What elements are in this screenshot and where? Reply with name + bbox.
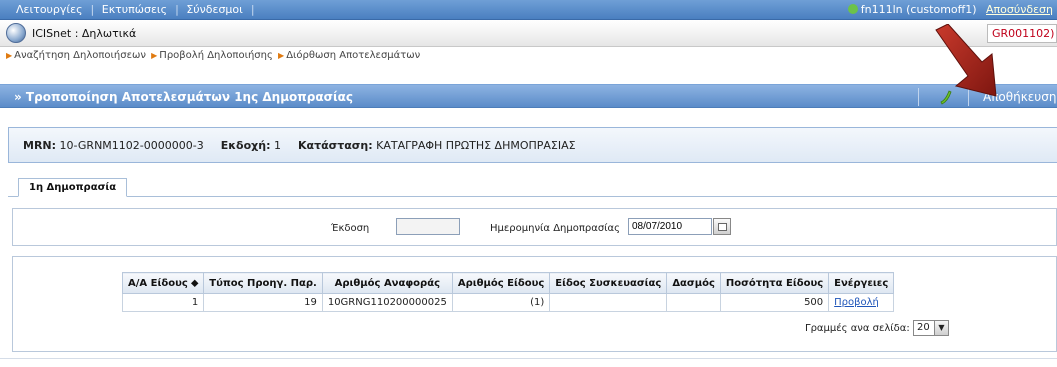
app-logo-icon	[6, 23, 26, 43]
table-row: 1 19 10GRNG110200000025 (1) 500 Προβολή	[121, 293, 895, 312]
edition-field[interactable]	[396, 218, 460, 235]
col-item-aa[interactable]: Α/Α Είδους ⬥	[121, 272, 205, 294]
page-title: » Τροποποίηση Αποτελεσμάτων 1ης Δημοπρασ…	[14, 90, 353, 104]
logout-link[interactable]: Αποσύνδεση	[986, 3, 1053, 16]
menu-item-links[interactable]: Σύνδεσμοι	[186, 3, 243, 16]
main-menu: Λειτουργίες | Εκτυπώσεις | Σύνδεσμοι |	[16, 3, 259, 16]
app-header: ICISnet : Δηλωτικά GR001102)	[0, 20, 1057, 47]
rows-per-page-select[interactable]: 20 ▼	[912, 320, 949, 336]
rows-per-page: Γραμμές ανα σελίδα: 20 ▼	[805, 320, 949, 336]
divider	[918, 88, 919, 106]
menu-separator: |	[250, 3, 255, 16]
breadcrumb-search[interactable]: Αναζήτηση Δηλοποιήσεων	[14, 50, 146, 61]
status-value: ΚΑΤΑΓΡΑΦΗ ΠΡΩΤΗΣ ΔΗΜΟΠΡΑΣΙΑΣ	[376, 139, 576, 152]
divider	[0, 358, 1057, 359]
col-package-type: Είδος Συσκευασίας	[549, 272, 668, 294]
cell-duty	[666, 293, 721, 312]
chevron-down-icon[interactable]: ▼	[933, 321, 948, 335]
col-actions: Ενέργειες	[828, 272, 895, 294]
status-label: Κατάσταση:	[298, 139, 373, 152]
view-link[interactable]: Προβολή	[834, 297, 879, 308]
version-label: Εκδοχή:	[220, 139, 271, 152]
page-title-bar: » Τροποποίηση Αποτελεσμάτων 1ης Δημοπρασ…	[0, 84, 1057, 108]
cell-quantity: 500	[719, 293, 830, 312]
tab-first-auction[interactable]: 1η Δημοπρασία	[18, 178, 128, 197]
items-table: Α/Α Είδους ⬥ Τύπος Προηγ. Παρ. Αριθμός Α…	[121, 272, 895, 312]
table-header-row: Α/Α Είδους ⬥ Τύπος Προηγ. Παρ. Αριθμός Α…	[121, 272, 895, 294]
rows-per-page-label: Γραμμές ανα σελίδα:	[805, 323, 910, 334]
version-value: 1	[274, 139, 281, 152]
cell-type: 19	[203, 293, 323, 312]
edition-label: Έκδοση	[331, 223, 370, 234]
breadcrumb-arrow-icon: ▶	[6, 51, 13, 60]
username: fn111ln (customoff1)	[860, 3, 977, 16]
cell-package	[549, 293, 668, 312]
col-quantity: Ποσότητα Είδους	[719, 272, 830, 294]
auction-filter-panel: Έκδοση Ημερομηνία Δημοπρασίας	[12, 208, 1057, 246]
menu-separator: |	[90, 3, 95, 16]
items-panel: Α/Α Είδους ⬥ Τύπος Προηγ. Παρ. Αριθμός Α…	[12, 256, 1057, 352]
app-title: ICISnet : Δηλωτικά	[32, 27, 137, 40]
declaration-info: MRN: 10-GRNM1102-0000000-3 Εκδοχή: 1 Κατ…	[8, 127, 1057, 163]
mrn-value: 10-GRNM1102-0000000-3	[59, 139, 204, 152]
menu-item-functions[interactable]: Λειτουργίες	[16, 3, 83, 16]
tab-strip: 1η Δημοπρασία	[8, 178, 1057, 197]
cell-reference: 10GRNG110200000025	[321, 293, 453, 312]
breadcrumb: ▶ Αναζήτηση Δηλοποιήσεων ▶ Προβολή Δηλοποι…	[0, 48, 1057, 63]
rows-per-page-value: 20	[916, 322, 930, 333]
breadcrumb-view[interactable]: Προβολή Δηλοποιήσης	[159, 50, 273, 61]
auction-date-label: Ημερομηνία Δημοπρασίας	[490, 223, 620, 234]
col-item-number: Αριθμός Είδους	[451, 272, 551, 294]
col-reference-number: Αριθμός Αναφοράς	[321, 272, 453, 294]
mrn-label: MRN:	[23, 139, 57, 152]
cell-aa: 1	[121, 293, 205, 312]
menu-separator: |	[175, 3, 179, 16]
calendar-icon[interactable]	[713, 218, 731, 235]
top-menu-bar: Λειτουργίες | Εκτυπώσεις | Σύνδεσμοι | fn11…	[0, 0, 1057, 20]
user-area: fn111ln (customoff1) Αποσύνδεση	[847, 3, 1053, 16]
breadcrumb-arrow-icon: ▶	[151, 51, 158, 60]
col-duty: Δασμός	[666, 272, 721, 294]
breadcrumb-arrow-icon: ▶	[278, 51, 285, 60]
annotation-arrow-icon	[935, 24, 997, 97]
cell-actions: Προβολή	[828, 293, 895, 312]
auction-date-field[interactable]	[628, 218, 712, 235]
cell-item-number: (1)	[451, 293, 551, 312]
breadcrumb-correction: Διόρθωση Αποτελεσμάτων	[286, 50, 421, 61]
menu-item-prints[interactable]: Εκτυπώσεις	[102, 3, 167, 16]
user-icon	[847, 4, 858, 14]
col-prev-doc-type: Τύπος Προηγ. Παρ.	[203, 272, 323, 294]
